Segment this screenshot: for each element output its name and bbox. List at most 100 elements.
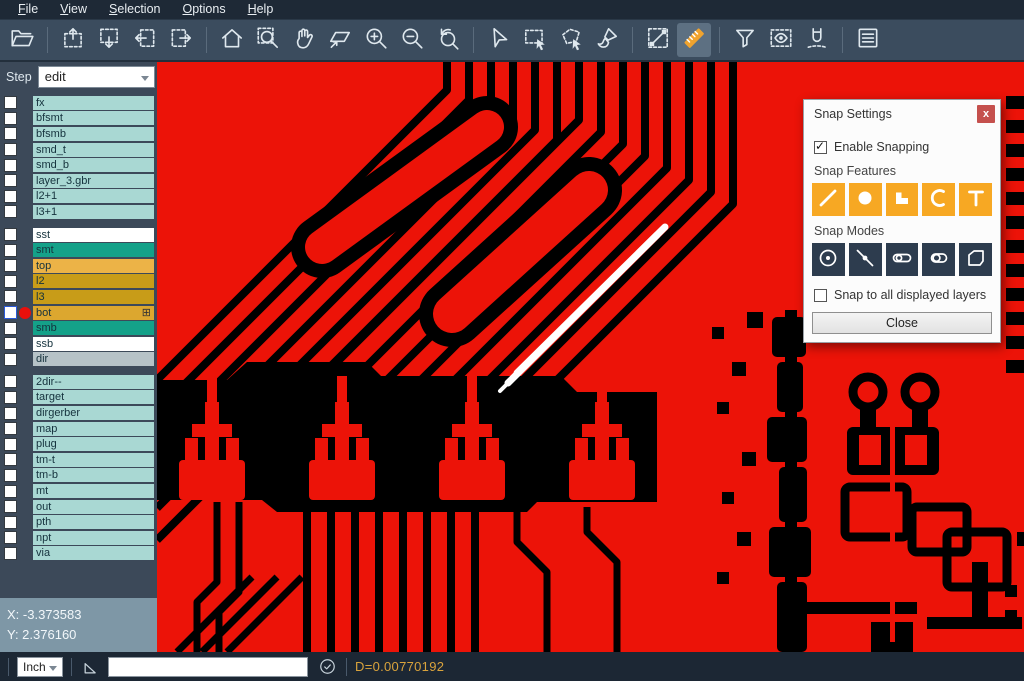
layer-name-l2+1[interactable]: l2+1: [33, 189, 154, 203]
layer-name-npt[interactable]: npt: [33, 531, 154, 545]
step-select[interactable]: edit: [38, 66, 155, 88]
layer-checkbox-pth[interactable]: [4, 516, 17, 529]
toolbar-pan-left-button[interactable]: [128, 23, 162, 57]
layer-checkbox-l3[interactable]: [4, 290, 17, 303]
snap-line-button[interactable]: [812, 183, 845, 216]
layer-name-l2[interactable]: l2: [33, 274, 154, 288]
layer-checkbox-via[interactable]: [4, 547, 17, 560]
layer-checkbox-tm-t[interactable]: [4, 453, 17, 466]
layer-checkbox-smb[interactable]: [4, 322, 17, 335]
toolbar-rect-select-button[interactable]: [518, 23, 552, 57]
layer-name-plug[interactable]: plug: [33, 437, 154, 451]
layer-name-smt[interactable]: smt: [33, 243, 154, 257]
toolbar-zoom-previous-button[interactable]: [431, 23, 465, 57]
layer-checkbox-fx[interactable]: [4, 96, 17, 109]
snap-pad-circle-button[interactable]: [849, 183, 882, 216]
toolbar-pointer-select-button[interactable]: [482, 23, 516, 57]
layer-name-l3+1[interactable]: l3+1: [33, 205, 154, 219]
toolbar-pan-right-button[interactable]: [164, 23, 198, 57]
layer-checkbox-2dir--[interactable]: [4, 375, 17, 388]
layer-checkbox-mt[interactable]: [4, 485, 17, 498]
layer-name-bfsmb[interactable]: bfsmb: [33, 127, 154, 141]
layer-checkbox-bfsmt[interactable]: [4, 112, 17, 125]
menu-selection[interactable]: Selection: [99, 1, 170, 18]
toolbar-layer-form-button[interactable]: [851, 23, 885, 57]
toolbar-zoom-out-button[interactable]: [395, 23, 429, 57]
menu-file[interactable]: File: [8, 1, 48, 18]
layer-name-l3[interactable]: l3: [33, 290, 154, 304]
toolbar-measure-distance-button[interactable]: [641, 23, 675, 57]
layer-name-pth[interactable]: pth: [33, 515, 154, 529]
toolbar-zoom-in-button[interactable]: [359, 23, 393, 57]
layer-name-sst[interactable]: sst: [33, 228, 154, 242]
toolbar-filter-button[interactable]: [728, 23, 762, 57]
layer-name-smd_b[interactable]: smd_b: [33, 158, 154, 172]
command-input[interactable]: [108, 657, 308, 677]
layer-checkbox-l2[interactable]: [4, 275, 17, 288]
layer-checkbox-dirgerber[interactable]: [4, 407, 17, 420]
layer-checkbox-target[interactable]: [4, 391, 17, 404]
toolbar-ruler-button[interactable]: [677, 23, 711, 57]
toolbar-snap-magnet-button[interactable]: [800, 23, 834, 57]
toolbar-home-view-button[interactable]: [215, 23, 249, 57]
layer-checkbox-smd_b[interactable]: [4, 159, 17, 172]
menu-help[interactable]: Help: [238, 1, 284, 18]
snap-arc-button[interactable]: [922, 183, 955, 216]
layer-checkbox-smt[interactable]: [4, 244, 17, 257]
snap-text-button[interactable]: [959, 183, 992, 216]
layer-checkbox-ssb[interactable]: [4, 337, 17, 350]
toolbar-zoom-window-button[interactable]: [251, 23, 285, 57]
toolbar-pan-hand-button[interactable]: [287, 23, 321, 57]
layer-name-smb[interactable]: smb: [33, 321, 154, 335]
toolbar-view-options-button[interactable]: [764, 23, 798, 57]
layer-name-ssb[interactable]: ssb: [33, 337, 154, 351]
layer-name-via[interactable]: via: [33, 546, 154, 560]
layer-name-layer_3.gbr[interactable]: layer_3.gbr: [33, 174, 154, 188]
snap-pad-corner-button[interactable]: [886, 183, 919, 216]
layer-checkbox-bfsmb[interactable]: [4, 127, 17, 140]
snap-all-layers-checkbox[interactable]: [814, 289, 827, 302]
layer-name-bot[interactable]: bot⊞: [33, 306, 154, 320]
layer-name-map[interactable]: map: [33, 422, 154, 436]
layer-name-fx[interactable]: fx: [33, 96, 154, 110]
angle-icon[interactable]: [80, 656, 102, 678]
snap-center-button[interactable]: [812, 243, 845, 276]
layer-name-mt[interactable]: mt: [33, 484, 154, 498]
snap-slot-r-button[interactable]: [922, 243, 955, 276]
layer-name-smd_t[interactable]: smd_t: [33, 143, 154, 157]
toolbar-brush-select-button[interactable]: [590, 23, 624, 57]
layer-checkbox-layer_3.gbr[interactable]: [4, 174, 17, 187]
layer-checkbox-sst[interactable]: [4, 228, 17, 241]
layer-checkbox-smd_t[interactable]: [4, 143, 17, 156]
toolbar-open-folder-button[interactable]: [5, 23, 39, 57]
toolbar-poly-select-button[interactable]: [554, 23, 588, 57]
snap-point-button[interactable]: [849, 243, 882, 276]
layer-name-tm-t[interactable]: tm-t: [33, 453, 154, 467]
enable-snapping-checkbox[interactable]: ✓: [814, 141, 827, 154]
layer-checkbox-l2+1[interactable]: [4, 190, 17, 203]
unit-select[interactable]: Inch: [17, 657, 63, 677]
close-button[interactable]: Close: [812, 312, 992, 334]
layer-name-target[interactable]: target: [33, 390, 154, 404]
layer-name-top[interactable]: top: [33, 259, 154, 273]
apply-check-icon[interactable]: [316, 656, 338, 678]
layer-checkbox-out[interactable]: [4, 500, 17, 513]
snap-slot-h-button[interactable]: [886, 243, 919, 276]
snap-outline-button[interactable]: [959, 243, 992, 276]
layer-checkbox-npt[interactable]: [4, 531, 17, 544]
layer-name-dirgerber[interactable]: dirgerber: [33, 406, 154, 420]
menu-view[interactable]: View: [50, 1, 97, 18]
layer-name-2dir--[interactable]: 2dir--: [33, 375, 154, 389]
layer-checkbox-tm-b[interactable]: [4, 469, 17, 482]
layer-checkbox-l3+1[interactable]: [4, 205, 17, 218]
layer-checkbox-plug[interactable]: [4, 438, 17, 451]
close-icon[interactable]: x: [977, 105, 995, 123]
menu-options[interactable]: Options: [172, 1, 235, 18]
layer-name-dir[interactable]: dir: [33, 352, 154, 366]
layer-checkbox-map[interactable]: [4, 422, 17, 435]
toolbar-pan-down-button[interactable]: [92, 23, 126, 57]
toolbar-pan-up-button[interactable]: [56, 23, 90, 57]
layer-name-tm-b[interactable]: tm-b: [33, 468, 154, 482]
toolbar-pan-view-button[interactable]: [323, 23, 357, 57]
layer-name-bfsmt[interactable]: bfsmt: [33, 111, 154, 125]
